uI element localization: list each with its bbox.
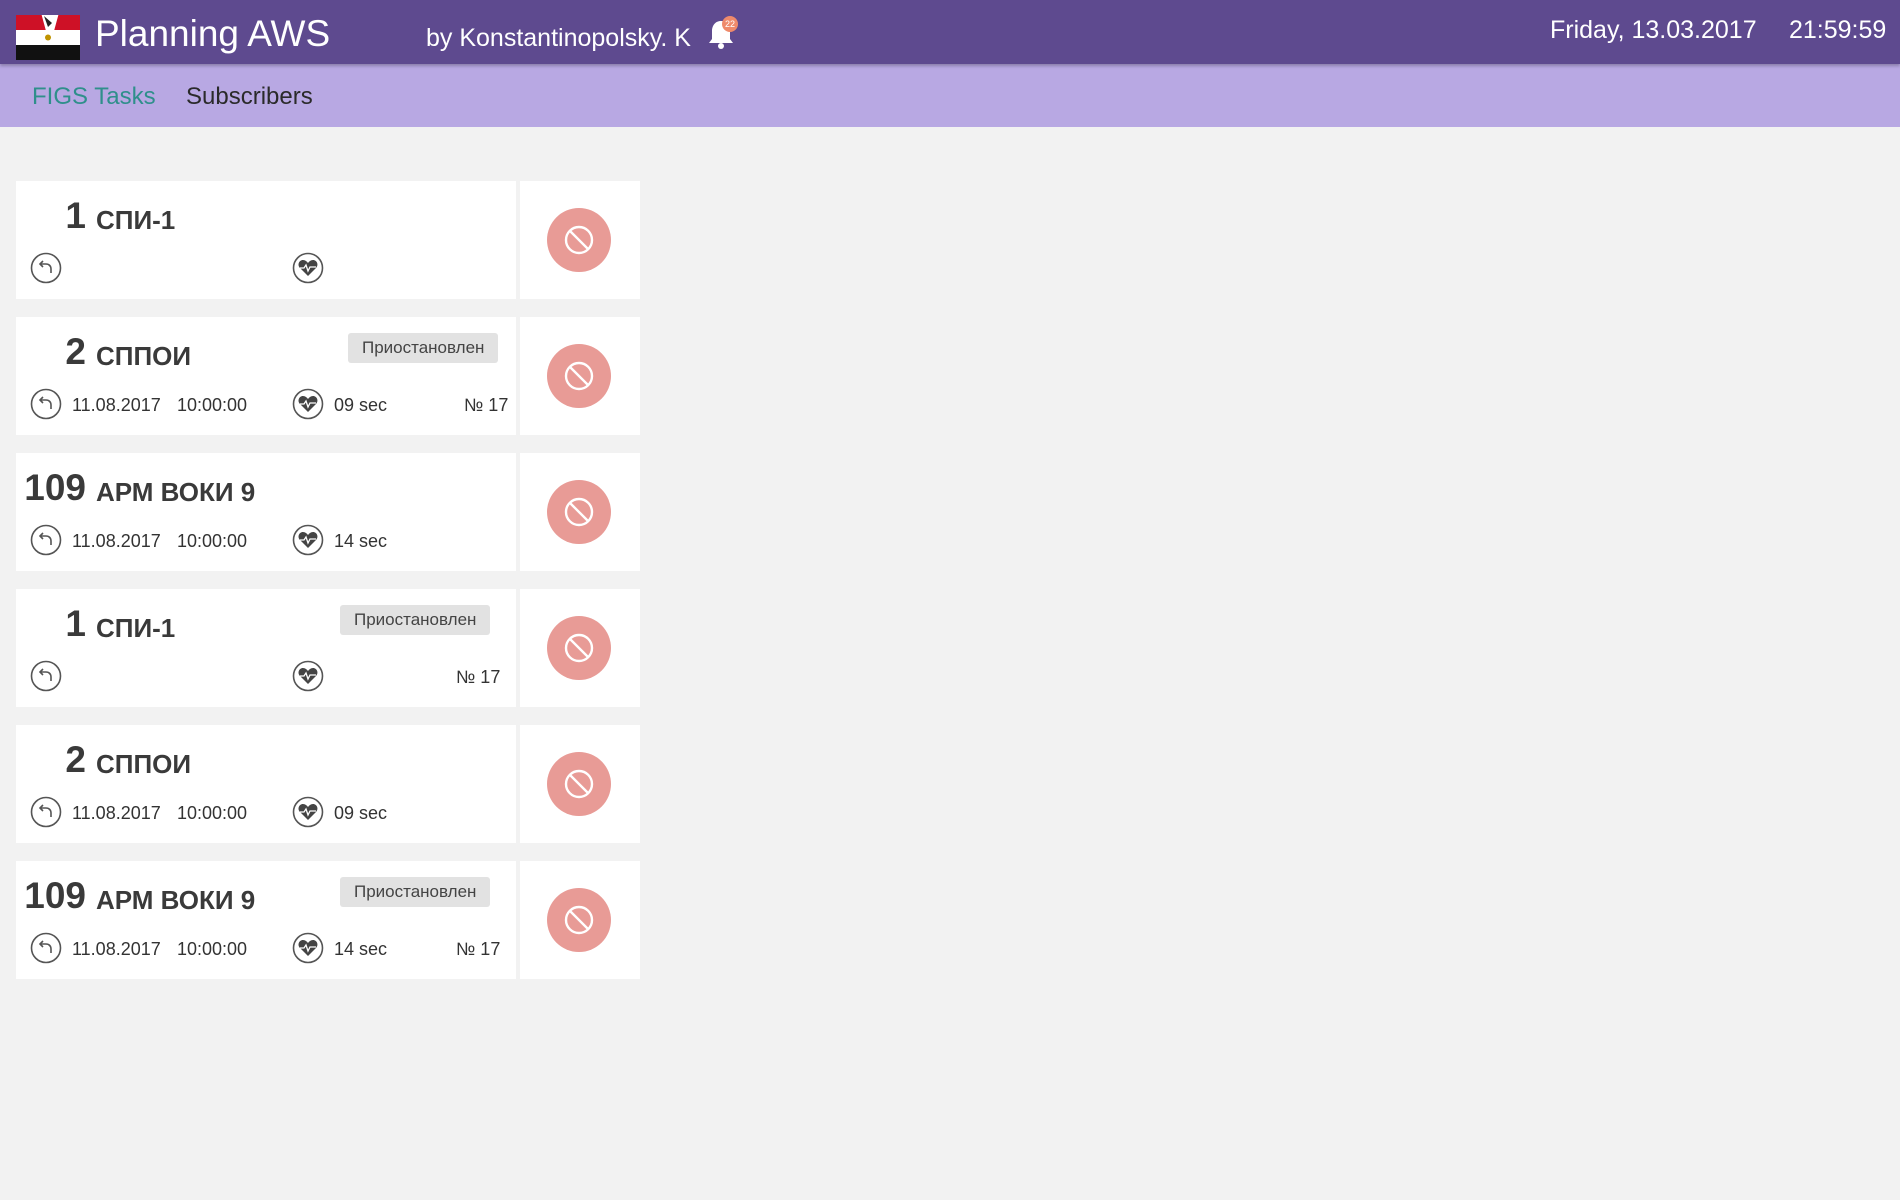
task-number: 109 [24,875,86,916]
history-icon [30,932,62,964]
task-index: № 17 [456,667,501,687]
heartbeat-icon [292,252,324,284]
block-button[interactable] [547,208,611,272]
task-card[interactable]: 109 АРМ ВОКИ 9 11.08.2017 10:00:00 14 sec [16,453,516,571]
current-date: Friday, 13.03.2017 [1550,16,1757,44]
task-time: 10:00:00 [177,939,248,959]
block-button[interactable] [547,616,611,680]
current-time: 21:59:59 [1789,16,1887,44]
task-action-panel [520,317,640,435]
task-interval: 14 sec [334,939,388,959]
heartbeat-icon [292,660,324,692]
task-card[interactable]: 109 АРМ ВОКИ 9 Приостановлен 11.08.2017 10:0… [16,861,516,979]
block-button[interactable] [547,344,611,408]
task-name: АРМ ВОКИ 9 [96,885,256,915]
block-button[interactable] [547,480,611,544]
history-icon [30,524,62,556]
heartbeat-icon [292,796,324,828]
task-time: 10:00:00 [177,531,248,551]
task-action-panel [520,453,640,571]
top-bar: Planning AWS by Konstantinopolsky. K 22 … [0,0,1900,64]
task-date: 11.08.2017 [72,939,161,959]
task-name: АРМ ВОКИ 9 [96,477,256,507]
heartbeat-icon [292,932,324,964]
status-badge: Приостановлен [348,333,499,363]
history-icon [30,660,62,692]
notification-badge: 22 [722,16,738,32]
status-badge: Приостановлен [340,877,491,907]
task-action-panel [520,589,640,707]
task-date: 11.08.2017 [72,803,161,823]
task-number: 1 [65,195,86,236]
task-name: СПИ-1 [96,613,176,643]
history-icon [30,252,62,284]
task-action-panel [520,861,640,979]
author-label: by Konstantinopolsky. K [426,24,691,52]
app-title: Planning AWS [95,13,331,54]
task-time: 10:00:00 [177,803,248,823]
task-index: № 17 [464,395,509,415]
egypt-flag-icon [16,15,80,60]
history-icon [30,796,62,828]
status-badge: Приостановлен [340,605,491,635]
task-interval: 09 sec [334,803,388,823]
task-number: 1 [65,603,86,644]
heartbeat-icon [292,524,324,556]
tab-figs-tasks[interactable]: FIGS Tasks [32,83,156,111]
task-date: 11.08.2017 [72,395,161,415]
tab-subscribers[interactable]: Subscribers [186,83,313,111]
task-card[interactable]: 1 СПИ-1 [16,181,516,299]
task-name: СПИ-1 [96,205,176,235]
task-number: 2 [65,331,86,372]
task-action-panel [520,181,640,299]
task-time: 10:00:00 [177,395,248,415]
block-button[interactable] [547,752,611,816]
task-interval: 14 sec [334,531,388,551]
task-card[interactable]: 2 СППОИ 11.08.2017 10:00:00 09 sec [16,725,516,843]
block-button[interactable] [547,888,611,952]
task-date: 11.08.2017 [72,531,161,551]
task-number: 109 [24,467,86,508]
task-action-panel [520,725,640,843]
nav-bar: FIGS Tasks Subscribers [0,64,1900,127]
task-card[interactable]: 2 СППОИ Приостановлен 11.08.2017 10:00:00 09 … [16,317,516,435]
task-index: № 17 [456,939,501,959]
task-name: СППОИ [96,749,192,779]
task-name: СППОИ [96,341,192,371]
task-number: 2 [65,739,86,780]
task-interval: 09 sec [334,395,388,415]
history-icon [30,388,62,420]
task-card[interactable]: 1 СПИ-1 Приостановлен № 17 [16,589,516,707]
heartbeat-icon [292,388,324,420]
